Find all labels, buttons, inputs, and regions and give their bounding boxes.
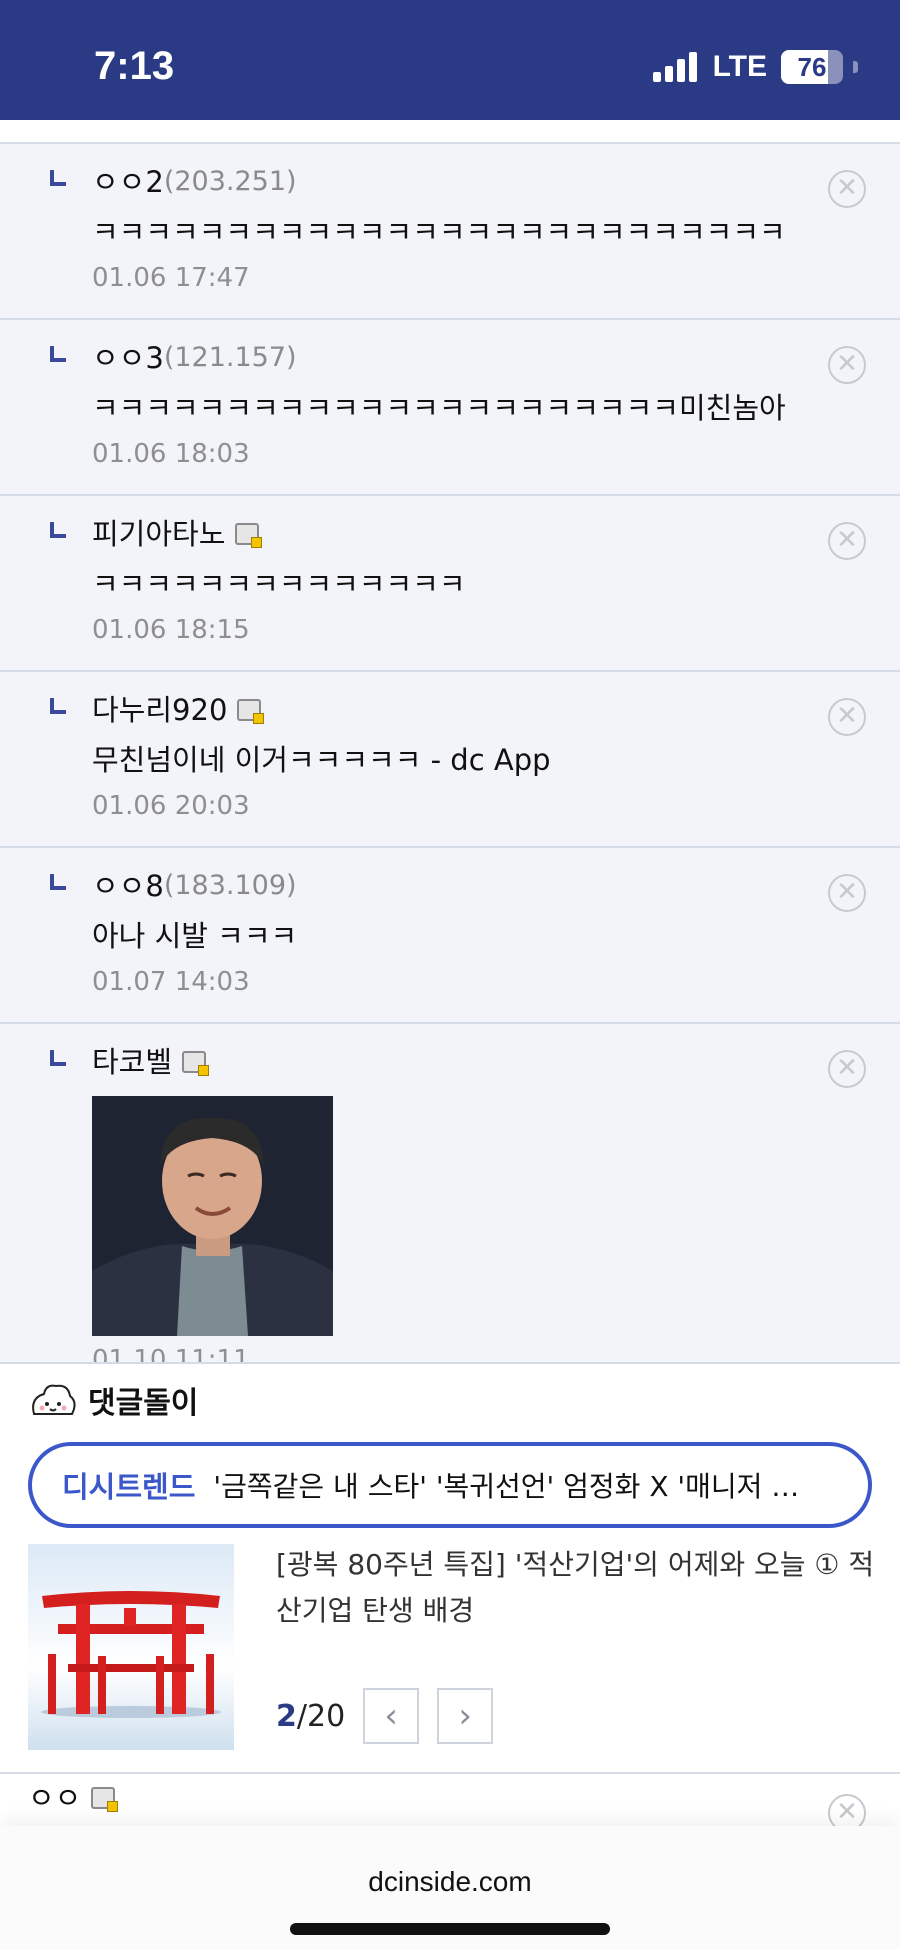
comment-image-photo [92, 1096, 333, 1336]
comment-text: 무친넘이네 이거ㅋㅋㅋㅋㅋ - dc App [92, 743, 551, 777]
comment-date: 01.06 20:03 [92, 791, 250, 821]
comment-item: 다누리920 무친넘이네 이거ㅋㅋㅋㅋㅋ - dc App 01.06 20:0… [0, 672, 900, 848]
comment-item: 피기아타노 ㅋㅋㅋㅋㅋㅋㅋㅋㅋㅋㅋㅋㅋㅋ 01.06 18:15 ✕ [0, 496, 900, 672]
comment-list-top [0, 120, 900, 144]
comment-item: 타코벨 01.10 11:11 ✕ [0, 1024, 900, 1402]
comment-date: 01.06 18:03 [92, 439, 250, 469]
comment-item: ㅇㅇ2 (203.251) ㅋㅋㅋㅋㅋㅋㅋㅋㅋㅋㅋㅋㅋㅋㅋㅋㅋㅋㅋㅋㅋㅋㅋㅋㅋㅋ… [0, 144, 900, 320]
comment-author[interactable]: ㅇㅇ2 (203.251) [92, 162, 800, 202]
gallog-icon[interactable] [91, 1787, 119, 1812]
close-circle-icon[interactable]: ✕ [828, 1050, 866, 1088]
browser-bottom-bar: dcinside.com [0, 1826, 900, 1949]
reply-bot-section: 댓글돌이 디시트렌드 '금쪽같은 내 스타' '복귀선언' 엄정화 X '매니저… [0, 1362, 900, 1772]
battery-level: 76 [797, 52, 827, 82]
prev-page-button[interactable]: ‹ [363, 1688, 420, 1744]
close-circle-icon[interactable]: ✕ [828, 170, 866, 208]
comment-author[interactable]: ㅇㅇ3 (121.157) [92, 338, 800, 378]
comment-image[interactable] [92, 1096, 333, 1336]
signal-icon [652, 52, 697, 82]
article-thumbnail[interactable] [28, 1544, 234, 1750]
gallog-icon[interactable] [235, 523, 263, 548]
comment-author[interactable]: ㅇㅇ8 (183.109) [92, 866, 800, 906]
network-type: LTE [712, 50, 767, 83]
pager-current: 2 [276, 1698, 297, 1734]
comment-text: ㅋㅋㅋㅋㅋㅋㅋㅋㅋㅋㅋㅋㅋㅋ [92, 567, 466, 601]
comment-text: 아나 시발 ㅋㅋㅋ [92, 919, 298, 953]
article-title[interactable]: [광복 80주년 특집] '적산기업'의 어제와 오늘 ① 적산기업 탄생 배경 [276, 1542, 876, 1634]
author-name[interactable]: ㅇㅇ3 [92, 338, 164, 378]
comment-author[interactable]: 피기아타노 [92, 514, 800, 554]
status-indicators: LTE 76 [652, 50, 858, 84]
comment-text: ㅋㅋㅋㅋㅋㅋㅋㅋㅋㅋㅋㅋㅋㅋㅋㅋㅋㅋㅋㅋㅋㅋ미친놈아 [92, 391, 786, 425]
gallog-icon[interactable] [237, 699, 265, 724]
author-name[interactable]: ㅇㅇ [28, 1778, 81, 1818]
reply-arrow-icon [50, 1050, 66, 1066]
close-circle-icon[interactable]: ✕ [828, 698, 866, 736]
status-time: 7:13 [94, 44, 175, 88]
next-page-button[interactable]: › [437, 1688, 494, 1744]
close-circle-icon[interactable]: ✕ [828, 346, 866, 384]
address-bar[interactable]: dcinside.com [0, 1866, 900, 1898]
author-name[interactable]: ㅇㅇ8 [92, 866, 164, 906]
reply-bot-header: 댓글돌이 [28, 1378, 198, 1422]
pager-total: /20 [296, 1698, 346, 1734]
author-ip: (183.109) [163, 870, 297, 901]
reply-bot-title: 댓글돌이 [88, 1386, 199, 1421]
article-pager: 2/20 ‹ › [276, 1688, 494, 1744]
comment-item: ㅇㅇ8 (183.109) 아나 시발 ㅋㅋㅋ 01.07 14:03 ✕ [0, 848, 900, 1024]
torii-gate-image [28, 1544, 234, 1750]
reply-arrow-icon [50, 522, 66, 538]
comment-author[interactable]: 다누리920 [92, 690, 800, 730]
comment-item: ㅇㅇ3 (121.157) ㅋㅋㅋㅋㅋㅋㅋㅋㅋㅋㅋㅋㅋㅋㅋㅋㅋㅋㅋㅋㅋㅋ미친놈아… [0, 320, 900, 496]
comment-author[interactable]: ㅇㅇ [28, 1778, 119, 1818]
comment-author[interactable]: 타코벨 [92, 1042, 800, 1082]
comment-list: ㅇㅇ2 (203.251) ㅋㅋㅋㅋㅋㅋㅋㅋㅋㅋㅋㅋㅋㅋㅋㅋㅋㅋㅋㅋㅋㅋㅋㅋㅋㅋ… [0, 144, 900, 1402]
reply-arrow-icon [50, 698, 66, 714]
trend-label: 디시트렌드 [62, 1470, 196, 1504]
author-name[interactable]: 타코벨 [92, 1042, 172, 1082]
mascot-icon [32, 1384, 76, 1415]
gallog-icon[interactable] [182, 1051, 210, 1076]
trend-banner[interactable]: 디시트렌드 '금쪽같은 내 스타' '복귀선언' 엄정화 X '매니저 … [28, 1442, 872, 1528]
author-ip: (203.251) [163, 166, 297, 197]
author-name[interactable]: 피기아타노 [92, 514, 225, 554]
author-name[interactable]: ㅇㅇ2 [92, 162, 164, 202]
close-circle-icon[interactable]: ✕ [828, 522, 866, 560]
author-ip: (121.157) [163, 342, 297, 373]
comment-item-partial: ㅇㅇ ✕ [0, 1772, 900, 1832]
reply-arrow-icon [50, 170, 66, 186]
comment-date: 01.06 18:15 [92, 615, 250, 645]
status-bar: 7:13 LTE 76 [0, 0, 900, 120]
comment-date: 01.07 14:03 [92, 967, 250, 997]
trend-text: '금쪽같은 내 스타' '복귀선언' 엄정화 X '매니저 … [213, 1470, 800, 1503]
battery-icon: 76 [781, 50, 843, 84]
comment-text: ㅋㅋㅋㅋㅋㅋㅋㅋㅋㅋㅋㅋㅋㅋㅋㅋㅋㅋㅋㅋㅋㅋㅋㅋㅋㅋ [92, 215, 786, 249]
reply-arrow-icon [50, 346, 66, 362]
close-circle-icon[interactable]: ✕ [828, 874, 866, 912]
comment-date: 01.06 17:47 [92, 263, 250, 293]
home-indicator[interactable] [290, 1923, 610, 1935]
author-name[interactable]: 다누리920 [92, 690, 227, 730]
pager-counter: 2/20 [276, 1699, 345, 1734]
reply-arrow-icon [50, 874, 66, 890]
battery-tip [853, 61, 858, 73]
